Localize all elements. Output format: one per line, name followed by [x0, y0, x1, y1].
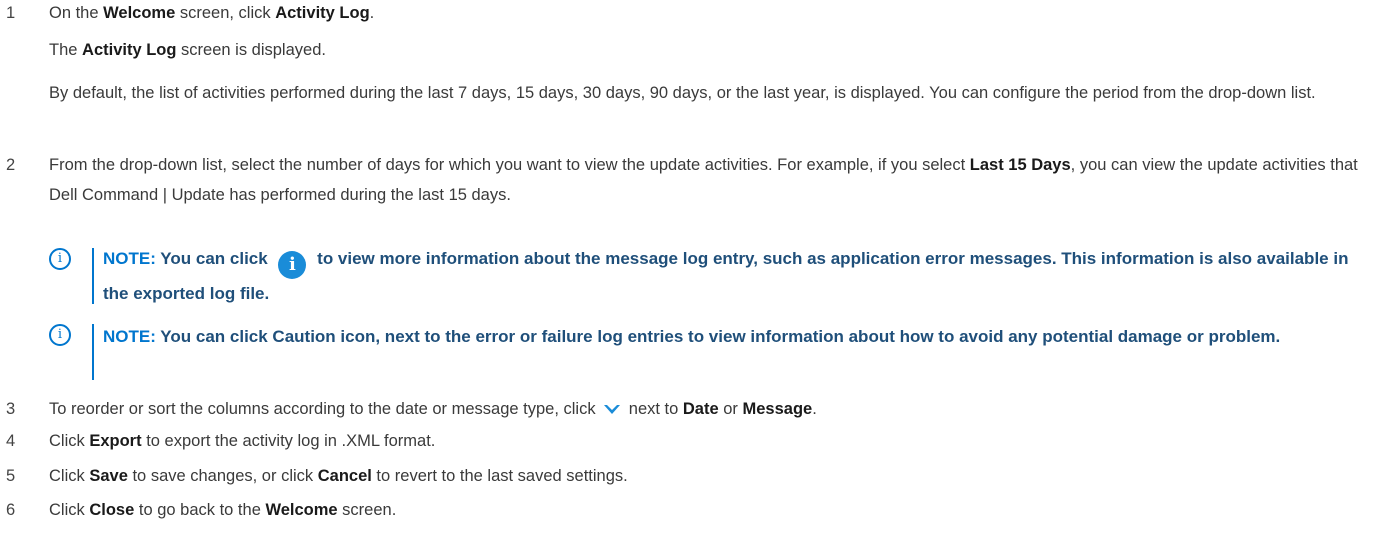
step-number: 5: [6, 467, 16, 485]
ui-term-cancel: Cancel: [317, 467, 372, 485]
note-text: NOTE: You can click Caution icon, next t…: [103, 327, 1281, 346]
ui-term-message: Message: [742, 400, 813, 418]
step-number: 1: [6, 4, 16, 22]
step-number: 6: [6, 501, 16, 519]
step-text: Click Export to export the activity log …: [49, 432, 436, 450]
ui-term-close: Close: [89, 501, 135, 519]
step-text: From the drop-down list, select the numb…: [49, 156, 1358, 204]
note-2: i NOTE: You can click Caution icon, next…: [49, 324, 1378, 384]
step-text: On the Welcome screen, click Activity Lo…: [49, 4, 375, 22]
ui-term-activity-log: Activity Log: [82, 41, 177, 59]
step-text: To reorder or sort the columns according…: [49, 400, 817, 418]
ui-term-welcome: Welcome: [265, 501, 338, 519]
ui-term-date: Date: [682, 400, 719, 418]
step-text: Click Save to save changes, or click Can…: [49, 467, 628, 485]
ui-term-export: Export: [89, 432, 142, 450]
ui-term-last-15-days: Last 15 Days: [969, 156, 1071, 174]
note-label: NOTE:: [103, 327, 156, 346]
step-text: Click Close to go back to the Welcome sc…: [49, 501, 397, 519]
note-bar: [92, 324, 94, 380]
ui-term-welcome: Welcome: [103, 4, 176, 22]
ui-term-save: Save: [89, 467, 128, 485]
info-circle-icon: i: [49, 324, 71, 346]
note-text: NOTE: You can click i to view more infor…: [103, 249, 1349, 303]
instructions-document: 1 On the Welcome screen, click Activity …: [0, 0, 1392, 536]
note-1: i NOTE: You can click i to view more inf…: [49, 248, 1378, 308]
step-number: 4: [6, 432, 16, 450]
info-filled-icon: i: [278, 251, 307, 279]
chevron-down-icon: [604, 404, 621, 414]
note-label: NOTE:: [103, 249, 156, 268]
step-1-default-info: By default, the list of activities perfo…: [49, 84, 1316, 102]
step-number: 3: [6, 400, 16, 418]
note-bar: [92, 248, 94, 304]
info-circle-icon: i: [49, 248, 71, 270]
ui-term-activity-log: Activity Log: [275, 4, 370, 22]
step-number: 2: [6, 156, 16, 174]
step-1-result: The Activity Log screen is displayed.: [49, 41, 326, 59]
